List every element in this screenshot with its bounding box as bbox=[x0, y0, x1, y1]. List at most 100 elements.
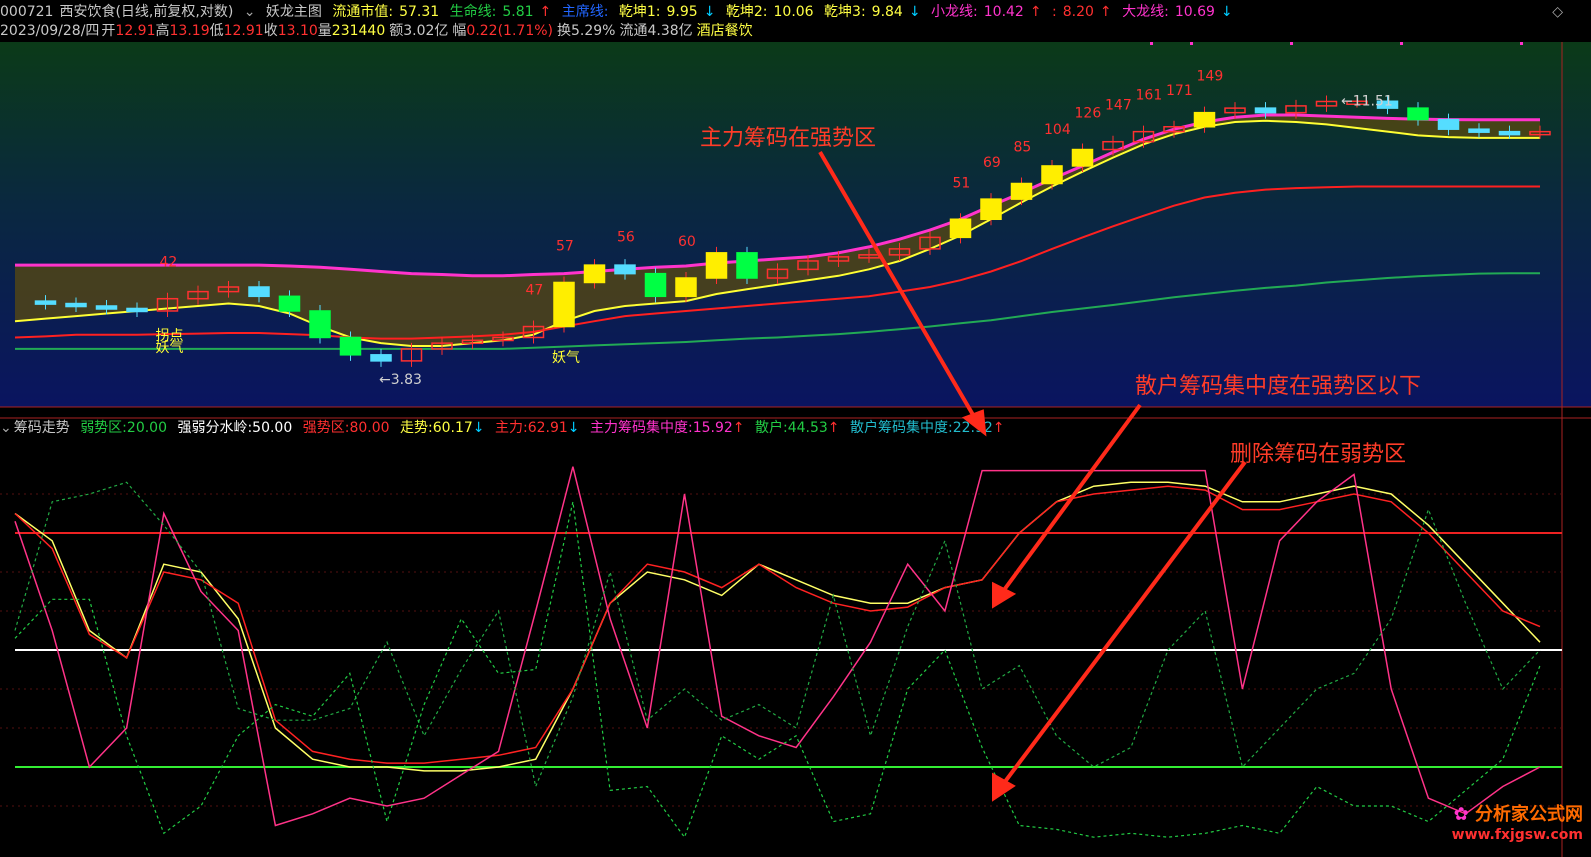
float-value: 4.38亿 bbox=[647, 23, 693, 39]
candle-8 bbox=[248, 286, 270, 298]
low-label: 低 bbox=[209, 23, 224, 39]
candle-40 bbox=[1224, 107, 1246, 114]
mid-label: : bbox=[1052, 4, 1057, 20]
candle-31 bbox=[949, 218, 972, 239]
turn-value: 5.29% bbox=[571, 23, 616, 39]
candle-48 bbox=[1468, 128, 1490, 133]
candle-34 bbox=[1041, 165, 1063, 185]
sector: 酒店餐饮 bbox=[696, 23, 753, 39]
dragon-ribbon bbox=[15, 115, 1540, 346]
divide-label: 强弱分水岭: bbox=[177, 420, 253, 436]
main-label: 主力: bbox=[494, 420, 528, 436]
arrow-2 bbox=[1002, 403, 1142, 592]
main-line-3 bbox=[15, 272, 1540, 350]
candle-12 bbox=[370, 354, 392, 362]
ind-line-4 bbox=[14, 501, 1541, 839]
stock-name: 西安饮食(日线,前复权,对数) bbox=[59, 4, 234, 20]
top-marker bbox=[1290, 42, 1293, 45]
life-arrow: ↑ bbox=[539, 4, 552, 20]
diamond-icon[interactable]: ◇ bbox=[1552, 4, 1563, 20]
ind-line-1 bbox=[14, 485, 1541, 764]
arrow-3 bbox=[1002, 460, 1247, 785]
price-label: 149 bbox=[1197, 69, 1224, 85]
top-marker bbox=[1190, 42, 1193, 45]
price-label: 56 bbox=[617, 230, 635, 246]
top-marker bbox=[1520, 42, 1523, 45]
small-dragon-value: 10.42 bbox=[983, 4, 1024, 20]
open-value: 12.91 bbox=[115, 23, 156, 39]
qk2-label: 乾坤2: bbox=[725, 4, 768, 20]
weak-label: 弱势区: bbox=[80, 420, 127, 436]
retailconc-arrow: ↑ bbox=[992, 420, 1005, 436]
candle-10 bbox=[309, 310, 331, 339]
top-marker bbox=[1150, 42, 1153, 45]
ind-line-0 bbox=[14, 481, 1541, 772]
annotation-main-strong: 主力筹码在强势区 bbox=[700, 126, 876, 151]
divide-value: 50.00 bbox=[252, 420, 293, 436]
annotation-weak-zone: 删除筹码在弱势区 bbox=[1230, 442, 1406, 467]
qk3-label: 乾坤3: bbox=[824, 4, 866, 20]
mainconc-arrow: ↑ bbox=[732, 420, 745, 436]
watermark-logo-icon: ✿ bbox=[1453, 804, 1469, 825]
life-label: 生命线: bbox=[449, 4, 497, 20]
candle-29 bbox=[888, 248, 911, 256]
candle-49 bbox=[1498, 130, 1521, 136]
candle-16 bbox=[492, 336, 514, 342]
candle-13 bbox=[400, 348, 423, 362]
retailconc-label: 散户筹码集中度: bbox=[849, 420, 953, 436]
ind-line-3 bbox=[14, 481, 1541, 789]
qk1-value: 9.95 bbox=[666, 4, 698, 20]
weak-value: 20.00 bbox=[126, 420, 167, 436]
candle-25 bbox=[766, 268, 789, 279]
main-line-2 bbox=[14, 185, 1540, 340]
candle-4 bbox=[126, 307, 148, 313]
price-label: 104 bbox=[1044, 122, 1071, 138]
qk3-arrow: ↓ bbox=[908, 4, 921, 20]
candle-19 bbox=[583, 264, 606, 284]
price-label: 69 bbox=[983, 155, 1001, 171]
top-marker bbox=[1400, 42, 1403, 45]
candle-7 bbox=[217, 286, 240, 293]
amt-label: 额 bbox=[389, 23, 404, 39]
open-label: 开 bbox=[101, 23, 116, 39]
watermark-line2: www.fxjgsw.com bbox=[1451, 827, 1583, 843]
big-dragon-label: 大龙线: bbox=[1122, 4, 1169, 20]
collapse-icon[interactable]: ⌄ bbox=[244, 4, 256, 20]
main-panel-bg bbox=[0, 42, 1591, 407]
qk1-label: 乾坤1: bbox=[618, 4, 661, 20]
price-label: 161 bbox=[1136, 88, 1163, 104]
mcap-value: 57.31 bbox=[399, 4, 440, 20]
indicator-collapse-icon[interactable]: ⌄ bbox=[0, 420, 12, 436]
candle-22 bbox=[675, 277, 697, 298]
mainconc-label: 主力筹码集中度: bbox=[589, 420, 693, 436]
big-dragon-value: 10.69 bbox=[1174, 4, 1215, 20]
price-label: 57 bbox=[556, 238, 574, 254]
candle-30 bbox=[919, 236, 941, 250]
candle-14 bbox=[431, 342, 453, 350]
mid-value: 8.20 bbox=[1062, 4, 1094, 20]
candle-44 bbox=[1346, 100, 1368, 106]
retail-value: 44.53 bbox=[787, 420, 828, 436]
trend-arrow: ↓ bbox=[472, 420, 485, 436]
indicator-header: ⌄ 筹码走势 弱势区:20.00 强弱分水岭:50.00 强势区:80.00 走势… bbox=[0, 418, 1011, 438]
mid-arrow: ↑ bbox=[1099, 4, 1112, 20]
arrow-3-head bbox=[992, 772, 1016, 802]
close-value: 13.10 bbox=[277, 23, 318, 39]
candle-3 bbox=[95, 305, 118, 310]
candle-36 bbox=[1102, 140, 1124, 151]
main-line-1 bbox=[14, 119, 1540, 347]
candle-39 bbox=[1193, 111, 1216, 128]
candle-41 bbox=[1254, 107, 1277, 114]
candle-27 bbox=[827, 256, 850, 262]
price-label: 42 bbox=[160, 255, 178, 271]
low-value: 12.91 bbox=[223, 23, 264, 39]
candle-20 bbox=[614, 264, 636, 275]
turn-label: 换 bbox=[557, 23, 571, 39]
signal-text: 拐点 bbox=[156, 328, 184, 344]
main-arrow: ↓ bbox=[567, 420, 580, 436]
quote-line: 2023/09/28/四 开12.91高13.19低12.91收13.10量231… bbox=[0, 21, 759, 41]
candle-17 bbox=[522, 325, 545, 339]
main-line-0 bbox=[15, 113, 1540, 278]
chg-label: 幅 bbox=[452, 23, 467, 39]
indicator-title: 筹码走势 bbox=[13, 420, 70, 436]
